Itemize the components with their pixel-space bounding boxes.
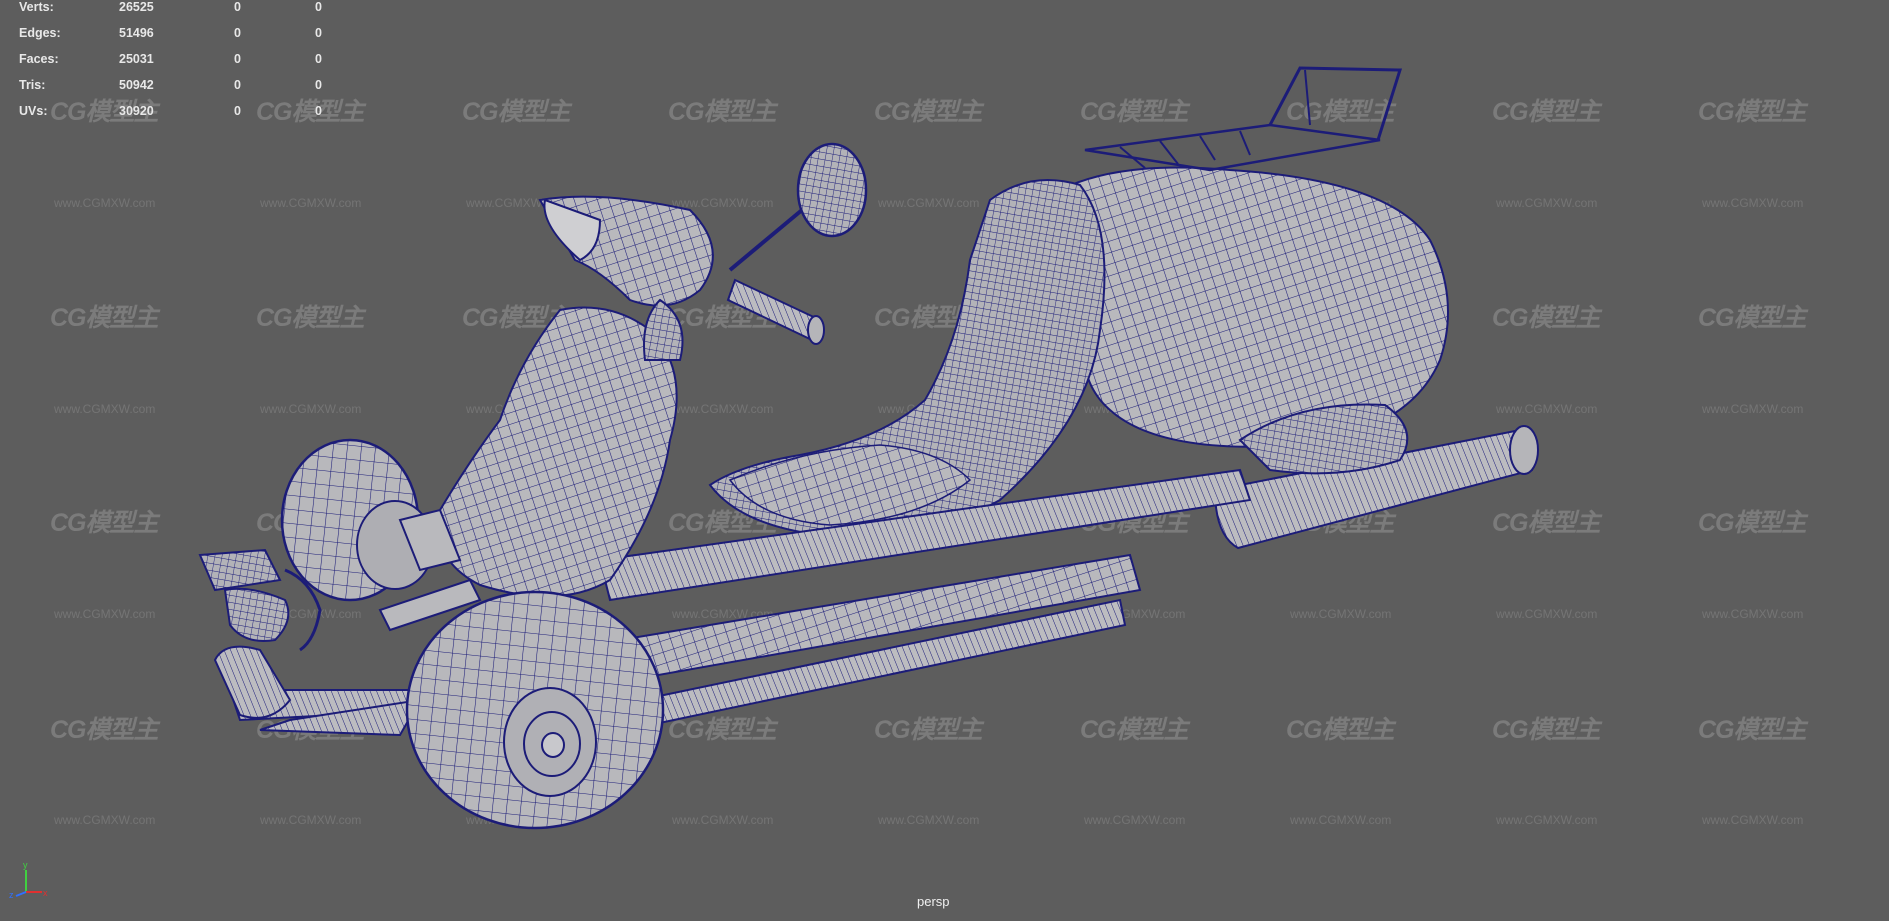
hud-total: 26525: [119, 0, 154, 14]
hud-selected: 0: [234, 0, 241, 14]
hud-total: 30920: [119, 104, 154, 118]
hud-row: Verts: 26525 0 0: [19, 0, 349, 26]
hud-label: Faces:: [19, 52, 59, 66]
front-cowl: [437, 195, 714, 598]
axis-gizmo: y x z: [9, 860, 48, 900]
hud-selected: 0: [234, 52, 241, 66]
hud-label: Verts:: [19, 0, 54, 14]
hud-selected: 0: [234, 26, 241, 40]
y-axis-label: y: [23, 860, 28, 870]
camera-name-label: persp: [917, 894, 950, 909]
hud-components: 0: [315, 0, 322, 14]
hud-components: 0: [315, 104, 322, 118]
x-axis-label: x: [43, 888, 48, 898]
z-axis-label: z: [9, 890, 14, 900]
hud-row: Faces: 25031 0 0: [19, 52, 349, 78]
hud-total: 51496: [119, 26, 154, 40]
rear-rack: [1084, 66, 1403, 172]
hud-row: Edges: 51496 0 0: [19, 26, 349, 52]
poly-count-hud: Verts: 26525 0 0 Edges: 51496 0 0 Faces: 25031 0 0 T…: [19, 0, 349, 130]
hud-selected: 0: [234, 104, 241, 118]
3d-viewport[interactable]: CG模型主 CG模型主 CG模型主 CG模型主 CG模型主 CG模型主 CG模型主 CG模型主…: [0, 0, 1889, 921]
hud-row: UVs: 30920 0 0: [19, 104, 349, 130]
hud-components: 0: [315, 52, 322, 66]
hud-label: UVs:: [19, 104, 48, 118]
handlebar-and-mirror: [726, 142, 868, 345]
hud-selected: 0: [234, 78, 241, 92]
hud-total: 25031: [119, 52, 154, 66]
hud-components: 0: [315, 26, 322, 40]
seat: [708, 179, 1106, 537]
hud-row: Tris: 50942 0 0: [19, 78, 349, 104]
wheel-front-right: [405, 590, 665, 830]
z-axis-line: [15, 891, 27, 897]
rear-tank-body: [1058, 166, 1449, 475]
hud-label: Tris:: [19, 78, 46, 92]
hud-label: Edges:: [19, 26, 61, 40]
hud-total: 50942: [119, 78, 154, 92]
hud-components: 0: [315, 78, 322, 92]
go-kart-wireframe-model[interactable]: [0, 0, 1889, 921]
